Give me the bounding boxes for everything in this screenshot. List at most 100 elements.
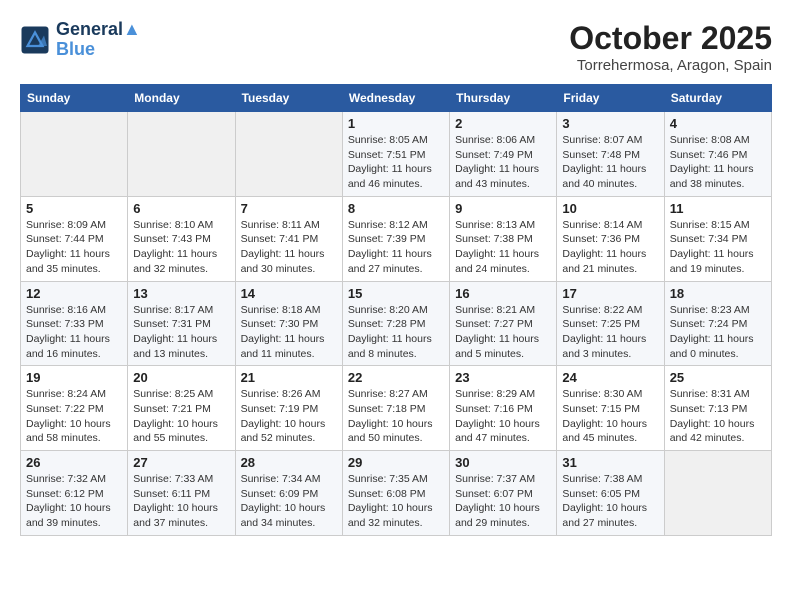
day-number: 1: [348, 116, 444, 131]
day-number: 31: [562, 455, 658, 470]
day-info: Sunrise: 8:15 AMSunset: 7:34 PMDaylight:…: [670, 218, 766, 277]
logo-icon: [20, 25, 50, 55]
day-info: Sunrise: 8:22 AMSunset: 7:25 PMDaylight:…: [562, 303, 658, 362]
day-info: Sunrise: 8:29 AMSunset: 7:16 PMDaylight:…: [455, 387, 551, 446]
calendar-cell: 21 Sunrise: 8:26 AMSunset: 7:19 PMDayligh…: [235, 366, 342, 451]
calendar-cell: 3 Sunrise: 8:07 AMSunset: 7:48 PMDaylight…: [557, 112, 664, 197]
day-info: Sunrise: 8:12 AMSunset: 7:39 PMDaylight:…: [348, 218, 444, 277]
day-info: Sunrise: 7:38 AMSunset: 6:05 PMDaylight:…: [562, 472, 658, 531]
day-info: Sunrise: 8:23 AMSunset: 7:24 PMDaylight:…: [670, 303, 766, 362]
calendar-cell: 6 Sunrise: 8:10 AMSunset: 7:43 PMDaylight…: [128, 196, 235, 281]
day-number: 21: [241, 370, 337, 385]
calendar-cell: 29 Sunrise: 7:35 AMSunset: 6:08 PMDayligh…: [342, 451, 449, 536]
calendar-cell: 13 Sunrise: 8:17 AMSunset: 7:31 PMDayligh…: [128, 281, 235, 366]
calendar-cell: 31 Sunrise: 7:38 AMSunset: 6:05 PMDayligh…: [557, 451, 664, 536]
calendar-cell: 28 Sunrise: 7:34 AMSunset: 6:09 PMDayligh…: [235, 451, 342, 536]
calendar-cell: 5 Sunrise: 8:09 AMSunset: 7:44 PMDaylight…: [21, 196, 128, 281]
day-info: Sunrise: 8:24 AMSunset: 7:22 PMDaylight:…: [26, 387, 122, 446]
calendar-cell: 26 Sunrise: 7:32 AMSunset: 6:12 PMDayligh…: [21, 451, 128, 536]
logo-text: General▲ Blue: [56, 20, 141, 60]
day-number: 2: [455, 116, 551, 131]
calendar-cell: 30 Sunrise: 7:37 AMSunset: 6:07 PMDayligh…: [450, 451, 557, 536]
day-number: 10: [562, 201, 658, 216]
calendar-week-2: 5 Sunrise: 8:09 AMSunset: 7:44 PMDaylight…: [21, 196, 772, 281]
calendar-cell: 18 Sunrise: 8:23 AMSunset: 7:24 PMDayligh…: [664, 281, 771, 366]
calendar-cell: 19 Sunrise: 8:24 AMSunset: 7:22 PMDayligh…: [21, 366, 128, 451]
day-number: 27: [133, 455, 229, 470]
month-title: October 2025: [569, 20, 772, 57]
calendar-cell: 2 Sunrise: 8:06 AMSunset: 7:49 PMDaylight…: [450, 112, 557, 197]
calendar-cell: 22Sunrise: 8:27 AMSunset: 7:18 PMDayligh…: [342, 366, 449, 451]
day-number: 12: [26, 286, 122, 301]
calendar-week-1: 1 Sunrise: 8:05 AMSunset: 7:51 PMDaylight…: [21, 112, 772, 197]
day-number: 15: [348, 286, 444, 301]
day-info: Sunrise: 8:10 AMSunset: 7:43 PMDaylight:…: [133, 218, 229, 277]
calendar-cell: 16 Sunrise: 8:21 AMSunset: 7:27 PMDayligh…: [450, 281, 557, 366]
day-number: 11: [670, 201, 766, 216]
day-number: 28: [241, 455, 337, 470]
day-info: Sunrise: 7:35 AMSunset: 6:08 PMDaylight:…: [348, 472, 444, 531]
calendar-cell: 10 Sunrise: 8:14 AMSunset: 7:36 PMDayligh…: [557, 196, 664, 281]
calendar-week-4: 19 Sunrise: 8:24 AMSunset: 7:22 PMDayligh…: [21, 366, 772, 451]
calendar-cell: 4Sunrise: 8:08 AMSunset: 7:46 PMDaylight…: [664, 112, 771, 197]
calendar-week-3: 12 Sunrise: 8:16 AMSunset: 7:33 PMDayligh…: [21, 281, 772, 366]
day-info: Sunrise: 8:16 AMSunset: 7:33 PMDaylight:…: [26, 303, 122, 362]
weekday-header-thursday: Thursday: [450, 85, 557, 112]
calendar-table: SundayMondayTuesdayWednesdayThursdayFrid…: [20, 84, 772, 536]
day-info: Sunrise: 8:27 AMSunset: 7:18 PMDaylight:…: [348, 387, 444, 446]
day-number: 17: [562, 286, 658, 301]
day-info: Sunrise: 8:20 AMSunset: 7:28 PMDaylight:…: [348, 303, 444, 362]
weekday-header-saturday: Saturday: [664, 85, 771, 112]
day-info: Sunrise: 7:34 AMSunset: 6:09 PMDaylight:…: [241, 472, 337, 531]
day-number: 5: [26, 201, 122, 216]
day-number: 6: [133, 201, 229, 216]
day-number: 30: [455, 455, 551, 470]
calendar-cell: 8Sunrise: 8:12 AMSunset: 7:39 PMDaylight…: [342, 196, 449, 281]
weekday-header-monday: Monday: [128, 85, 235, 112]
day-info: Sunrise: 8:07 AMSunset: 7:48 PMDaylight:…: [562, 133, 658, 192]
day-number: 26: [26, 455, 122, 470]
day-number: 23: [455, 370, 551, 385]
day-number: 3: [562, 116, 658, 131]
calendar-cell: 7Sunrise: 8:11 AMSunset: 7:41 PMDaylight…: [235, 196, 342, 281]
calendar-cell: 14 Sunrise: 8:18 AMSunset: 7:30 PMDayligh…: [235, 281, 342, 366]
day-info: Sunrise: 8:13 AMSunset: 7:38 PMDaylight:…: [455, 218, 551, 277]
calendar-cell: 23 Sunrise: 8:29 AMSunset: 7:16 PMDayligh…: [450, 366, 557, 451]
day-info: Sunrise: 8:05 AMSunset: 7:51 PMDaylight:…: [348, 133, 444, 192]
calendar-cell: 20Sunrise: 8:25 AMSunset: 7:21 PMDayligh…: [128, 366, 235, 451]
day-info: Sunrise: 8:18 AMSunset: 7:30 PMDaylight:…: [241, 303, 337, 362]
day-number: 9: [455, 201, 551, 216]
day-info: Sunrise: 8:17 AMSunset: 7:31 PMDaylight:…: [133, 303, 229, 362]
day-number: 25: [670, 370, 766, 385]
weekday-header-sunday: Sunday: [21, 85, 128, 112]
day-number: 16: [455, 286, 551, 301]
day-info: Sunrise: 8:31 AMSunset: 7:13 PMDaylight:…: [670, 387, 766, 446]
day-info: Sunrise: 7:37 AMSunset: 6:07 PMDaylight:…: [455, 472, 551, 531]
day-info: Sunrise: 8:09 AMSunset: 7:44 PMDaylight:…: [26, 218, 122, 277]
day-number: 24: [562, 370, 658, 385]
day-number: 13: [133, 286, 229, 301]
day-number: 19: [26, 370, 122, 385]
day-info: Sunrise: 8:14 AMSunset: 7:36 PMDaylight:…: [562, 218, 658, 277]
calendar-cell: 12 Sunrise: 8:16 AMSunset: 7:33 PMDayligh…: [21, 281, 128, 366]
day-number: 14: [241, 286, 337, 301]
title-block: October 2025 Torrehermosa, Aragon, Spain: [569, 20, 772, 74]
calendar-cell: [235, 112, 342, 197]
weekday-header-wednesday: Wednesday: [342, 85, 449, 112]
day-number: 29: [348, 455, 444, 470]
day-info: Sunrise: 8:25 AMSunset: 7:21 PMDaylight:…: [133, 387, 229, 446]
calendar-cell: 24Sunrise: 8:30 AMSunset: 7:15 PMDayligh…: [557, 366, 664, 451]
calendar-cell: 11 Sunrise: 8:15 AMSunset: 7:34 PMDayligh…: [664, 196, 771, 281]
calendar-cell: [21, 112, 128, 197]
day-number: 18: [670, 286, 766, 301]
calendar-week-5: 26 Sunrise: 7:32 AMSunset: 6:12 PMDayligh…: [21, 451, 772, 536]
day-number: 7: [241, 201, 337, 216]
day-info: Sunrise: 8:08 AMSunset: 7:46 PMDaylight:…: [670, 133, 766, 192]
day-info: Sunrise: 8:21 AMSunset: 7:27 PMDaylight:…: [455, 303, 551, 362]
calendar-cell: [664, 451, 771, 536]
calendar-cell: 1 Sunrise: 8:05 AMSunset: 7:51 PMDaylight…: [342, 112, 449, 197]
location-subtitle: Torrehermosa, Aragon, Spain: [569, 57, 772, 74]
day-info: Sunrise: 7:32 AMSunset: 6:12 PMDaylight:…: [26, 472, 122, 531]
day-info: Sunrise: 8:06 AMSunset: 7:49 PMDaylight:…: [455, 133, 551, 192]
day-info: Sunrise: 8:26 AMSunset: 7:19 PMDaylight:…: [241, 387, 337, 446]
